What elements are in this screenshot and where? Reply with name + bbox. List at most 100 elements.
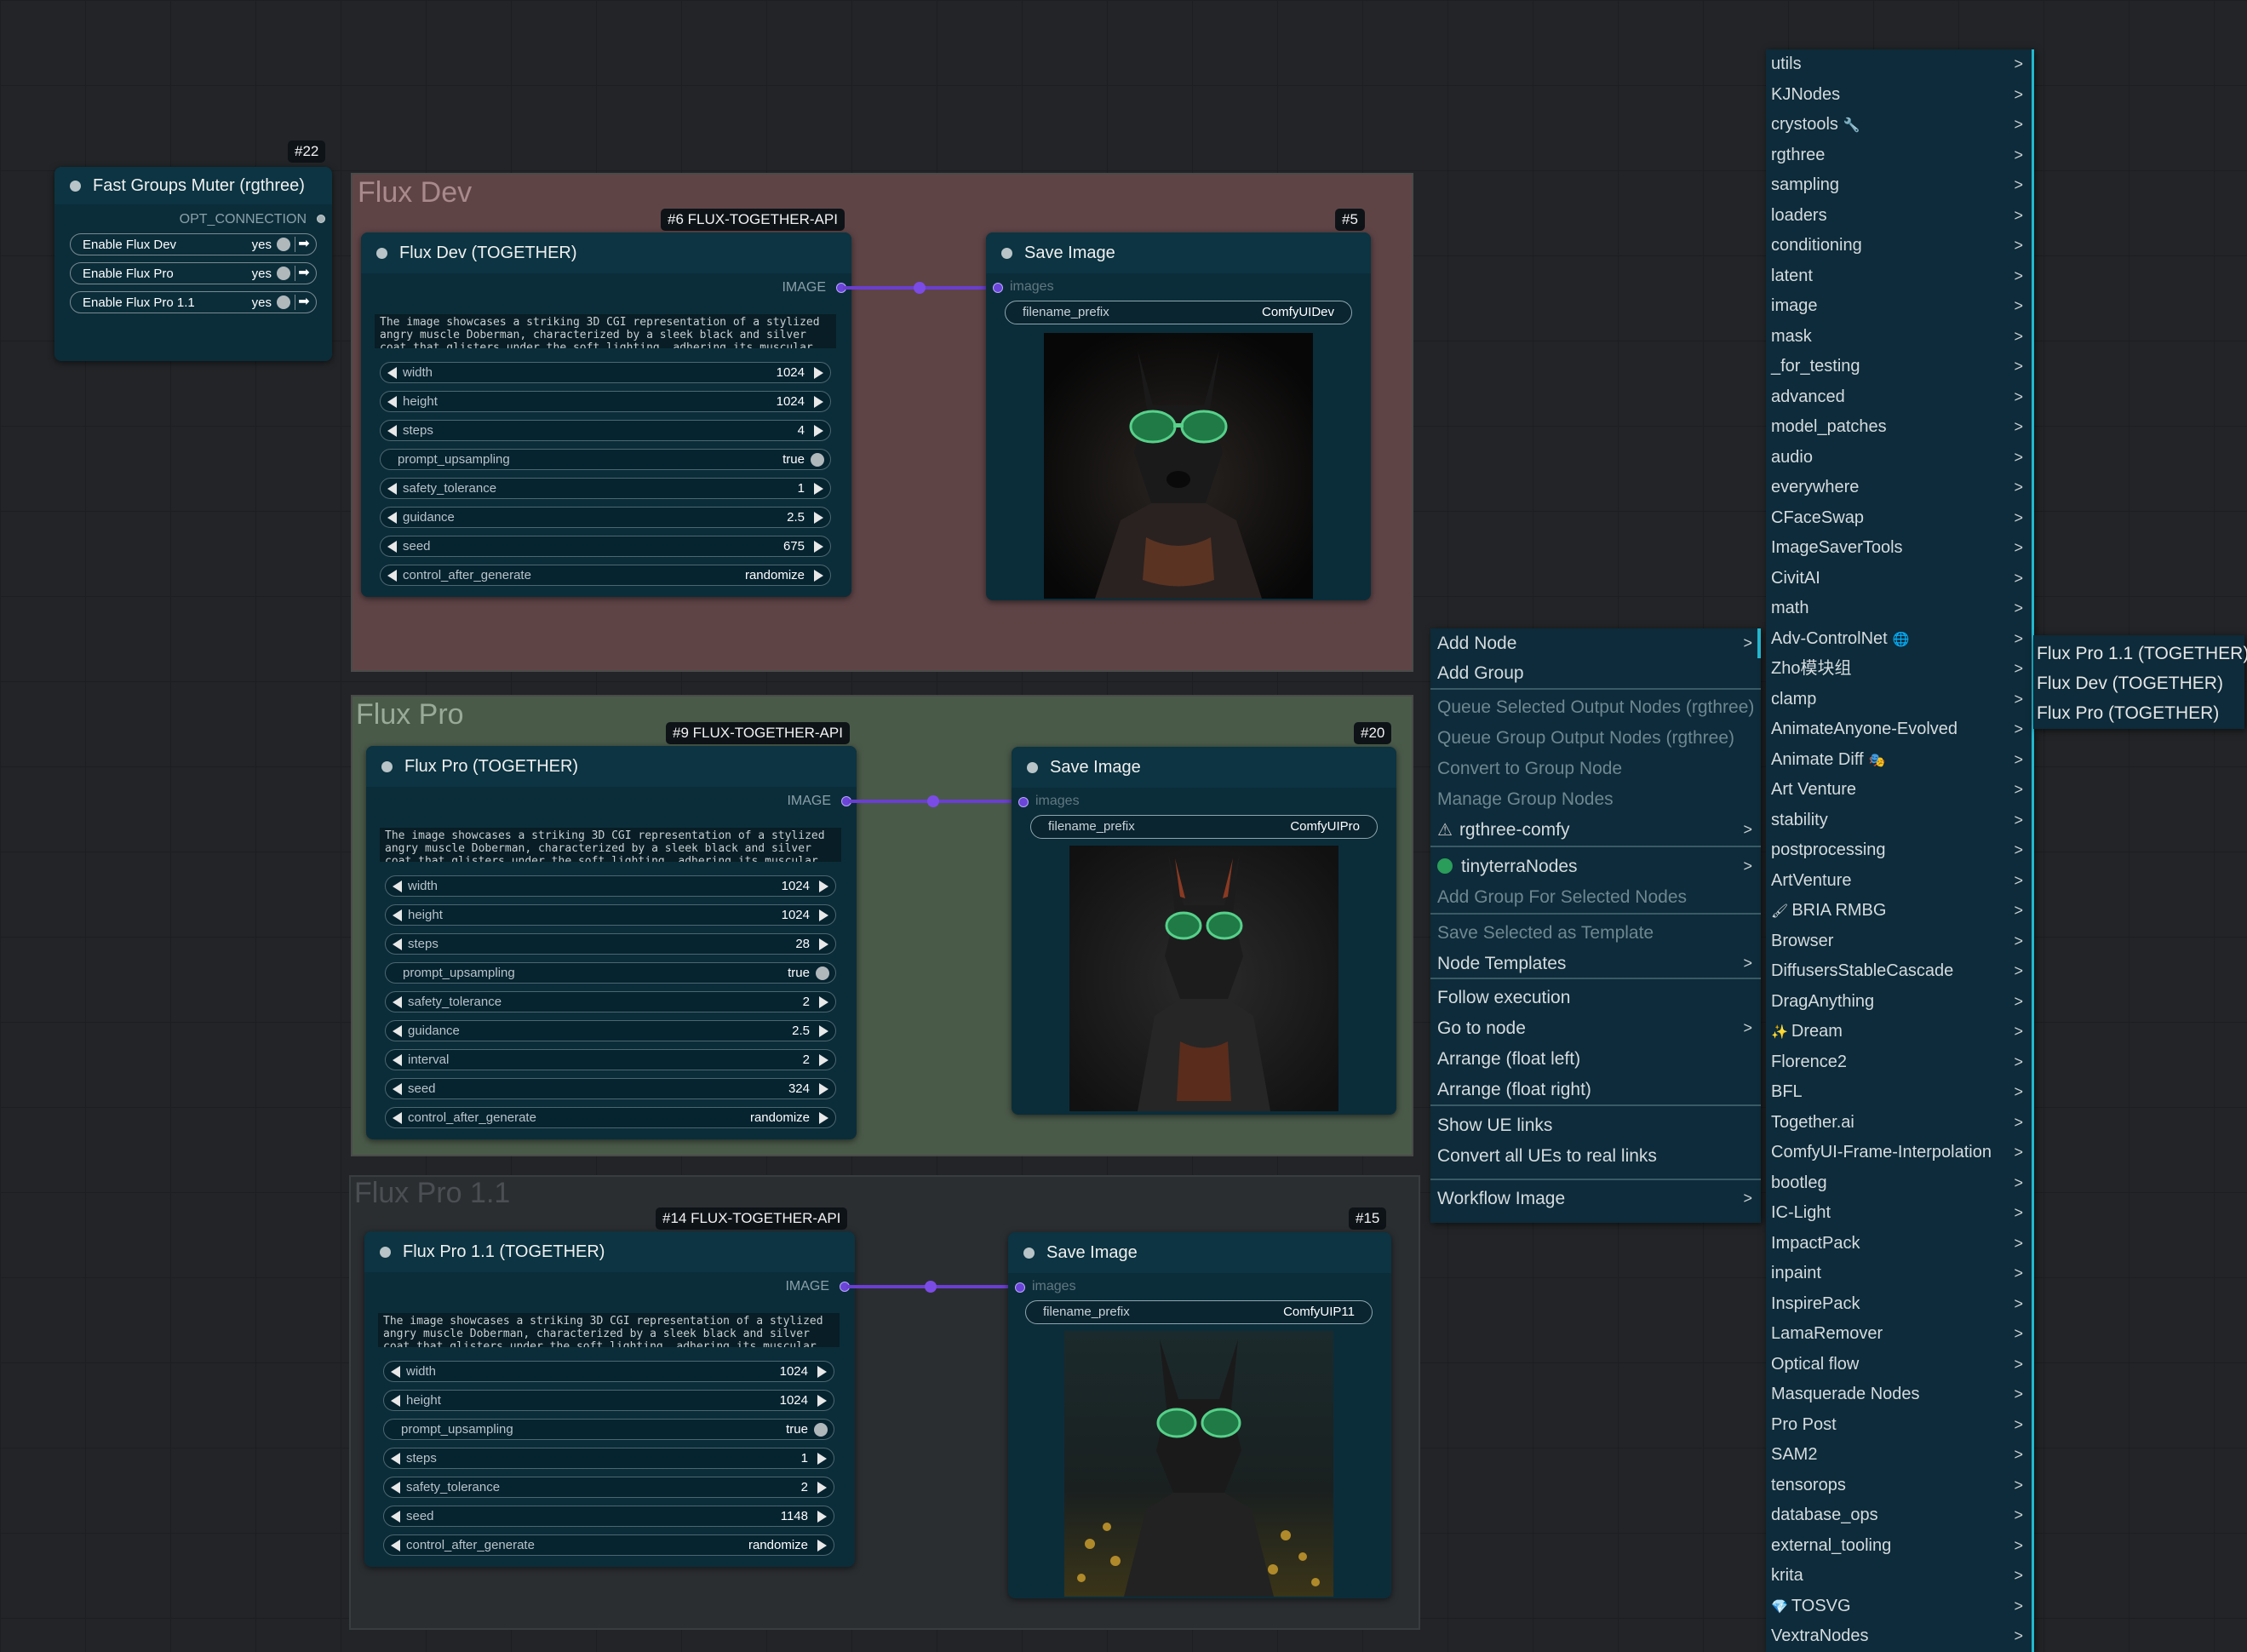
save-image-node[interactable]: Save Image images filename_prefix ComfyU…	[1012, 747, 1396, 1115]
decrement-arrow-icon[interactable]	[391, 1511, 400, 1523]
increment-arrow-icon[interactable]	[819, 1054, 828, 1066]
category-item[interactable]: rgthree >	[1766, 141, 2032, 170]
toggle-knob-icon[interactable]	[277, 238, 290, 251]
toggle-row-flux-pro-11[interactable]: Enable Flux Pro 1.1 yes ➡	[70, 291, 317, 313]
widget-safety-tolerance[interactable]: safety_tolerance 2	[383, 1477, 834, 1498]
category-item[interactable]: bootleg >	[1766, 1168, 2032, 1198]
collapse-dot-icon[interactable]	[381, 760, 393, 772]
widget-seed[interactable]: seed 1148	[383, 1506, 834, 1527]
category-item[interactable]: Browser >	[1766, 926, 2032, 956]
category-item[interactable]: inpaint >	[1766, 1259, 2032, 1288]
increment-arrow-icon[interactable]	[819, 909, 828, 921]
category-item[interactable]: sampling >	[1766, 170, 2032, 200]
node-header[interactable]: Save Image	[1008, 1232, 1391, 1273]
decrement-arrow-icon[interactable]	[393, 1025, 402, 1037]
increment-arrow-icon[interactable]	[814, 425, 823, 437]
link-midpoint-icon[interactable]	[925, 1281, 937, 1293]
category-item[interactable]: utils >	[1766, 49, 2032, 79]
increment-arrow-icon[interactable]	[819, 1112, 828, 1124]
increment-arrow-icon[interactable]	[817, 1482, 827, 1494]
category-item[interactable]: DragAnything >	[1766, 987, 2032, 1017]
node-header[interactable]: Flux Pro 1.1 (TOGETHER)	[364, 1231, 855, 1272]
menu-item-add-node[interactable]: Add Node >	[1430, 628, 1761, 658]
widget-width[interactable]: width 1024	[380, 362, 831, 383]
category-item[interactable]: ArtVenture >	[1766, 866, 2032, 896]
node-header[interactable]: Save Image	[1012, 747, 1396, 788]
flux-dev-node[interactable]: Flux Dev (TOGETHER) IMAGE The image show…	[361, 232, 851, 597]
group-title[interactable]: Flux Pro	[356, 698, 464, 731]
increment-arrow-icon[interactable]	[817, 1511, 827, 1523]
increment-arrow-icon[interactable]	[814, 483, 823, 495]
category-item[interactable]: Florence2 >	[1766, 1047, 2032, 1077]
prompt-textarea[interactable]: The image showcases a striking 3D CGI re…	[380, 828, 841, 862]
increment-arrow-icon[interactable]	[814, 570, 823, 582]
widget-prompt-upsampling[interactable]: prompt_upsampling true	[380, 449, 831, 470]
toggle-knob-icon[interactable]	[811, 453, 824, 467]
collapse-dot-icon[interactable]	[376, 247, 387, 259]
widget-safety-tolerance[interactable]: safety_tolerance 2	[385, 991, 836, 1012]
widget-control-after-generate[interactable]: control_after_generate randomize	[380, 565, 831, 586]
category-item[interactable]: loaders >	[1766, 201, 2032, 231]
category-item[interactable]: ✨ Dream >	[1766, 1017, 2032, 1047]
category-item[interactable]: postprocessing >	[1766, 835, 2032, 865]
category-item[interactable]: tensorops >	[1766, 1471, 2032, 1500]
category-item[interactable]: Zho模块组 >	[1766, 654, 2032, 684]
node-header[interactable]: Flux Dev (TOGETHER)	[361, 232, 851, 273]
category-item[interactable]: BFL >	[1766, 1077, 2032, 1107]
prompt-textarea[interactable]: The image showcases a striking 3D CGI re…	[378, 1313, 840, 1347]
menu-item-node-templates[interactable]: Node Templates >	[1430, 949, 1761, 978]
save-image-node[interactable]: Save Image images filename_prefix ComfyU…	[1008, 1232, 1391, 1598]
category-item[interactable]: CivitAI >	[1766, 564, 2032, 594]
input-slot-images[interactable]	[993, 283, 1003, 293]
decrement-arrow-icon[interactable]	[391, 1453, 400, 1465]
widget-steps[interactable]: steps 1	[383, 1448, 834, 1469]
category-item[interactable]: mask >	[1766, 322, 2032, 352]
flux-pro-node[interactable]: Flux Pro (TOGETHER) IMAGE The image show…	[366, 746, 857, 1139]
menu-item-add-group[interactable]: Add Group	[1430, 658, 1761, 688]
category-item[interactable]: model_patches >	[1766, 412, 2032, 442]
category-item[interactable]: latent >	[1766, 261, 2032, 291]
prompt-textarea[interactable]: The image showcases a striking 3D CGI re…	[375, 314, 836, 348]
decrement-arrow-icon[interactable]	[391, 1482, 400, 1494]
decrement-arrow-icon[interactable]	[393, 880, 402, 892]
category-item[interactable]: VextraNodes >	[1766, 1621, 2032, 1651]
decrement-arrow-icon[interactable]	[391, 1540, 400, 1552]
widget-height[interactable]: height 1024	[385, 904, 836, 926]
collapse-dot-icon[interactable]	[70, 180, 81, 192]
category-item[interactable]: conditioning >	[1766, 231, 2032, 261]
decrement-arrow-icon[interactable]	[393, 1112, 402, 1124]
category-item[interactable]: database_ops >	[1766, 1500, 2032, 1530]
increment-arrow-icon[interactable]	[819, 996, 828, 1008]
decrement-arrow-icon[interactable]	[387, 483, 397, 495]
menu-item-tinyterranodes[interactable]: tinyterraNodes >	[1430, 852, 1761, 881]
decrement-arrow-icon[interactable]	[387, 396, 397, 408]
filename-prefix-field[interactable]: filename_prefix ComfyUIDev	[1005, 301, 1352, 324]
category-item[interactable]: Animate Diff 🎭 >	[1766, 745, 2032, 775]
increment-arrow-icon[interactable]	[817, 1453, 827, 1465]
increment-arrow-icon[interactable]	[814, 541, 823, 553]
decrement-arrow-icon[interactable]	[387, 570, 397, 582]
increment-arrow-icon[interactable]	[817, 1366, 827, 1378]
category-item[interactable]: clamp >	[1766, 685, 2032, 714]
input-slot-images[interactable]	[1018, 797, 1029, 807]
goto-arrow-icon[interactable]: ➡	[295, 266, 312, 281]
decrement-arrow-icon[interactable]	[391, 1366, 400, 1378]
menu-item-convert-all-ues-to-real-links[interactable]: Convert all UEs to real links	[1430, 1141, 1761, 1171]
category-item[interactable]: DiffusersStableCascade >	[1766, 956, 2032, 986]
toggle-knob-icon[interactable]	[277, 295, 290, 309]
toggle-knob-icon[interactable]	[814, 1423, 828, 1437]
increment-arrow-icon[interactable]	[819, 1025, 828, 1037]
category-item[interactable]: LamaRemover >	[1766, 1319, 2032, 1349]
widget-guidance[interactable]: guidance 2.5	[380, 507, 831, 528]
decrement-arrow-icon[interactable]	[387, 425, 397, 437]
category-item[interactable]: _for_testing >	[1766, 352, 2032, 381]
widget-interval[interactable]: interval 2	[385, 1049, 836, 1070]
category-item[interactable]: Together.ai >	[1766, 1108, 2032, 1138]
goto-arrow-icon[interactable]: ➡	[295, 237, 312, 252]
category-item[interactable]: CFaceSwap >	[1766, 503, 2032, 533]
increment-arrow-icon[interactable]	[817, 1540, 827, 1552]
toggle-knob-icon[interactable]	[277, 267, 290, 280]
group-title[interactable]: Flux Dev	[358, 176, 472, 209]
input-slot-images[interactable]	[1015, 1282, 1025, 1293]
decrement-arrow-icon[interactable]	[387, 541, 397, 553]
